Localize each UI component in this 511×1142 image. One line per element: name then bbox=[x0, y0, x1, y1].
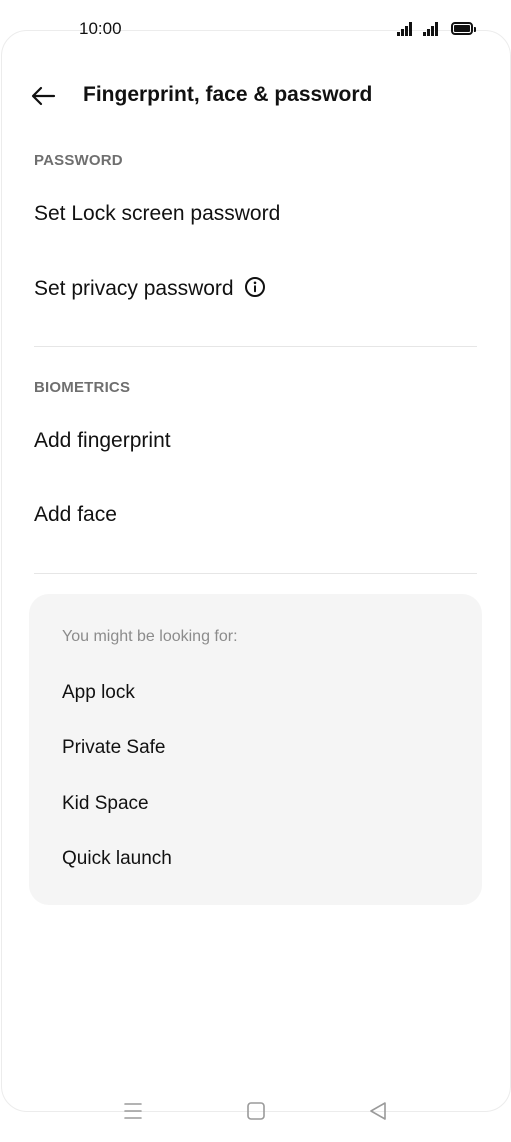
signal-icon bbox=[397, 22, 417, 36]
nav-home-button[interactable] bbox=[243, 1098, 269, 1124]
divider bbox=[34, 573, 477, 574]
add-fingerprint-item[interactable]: Add fingerprint bbox=[0, 414, 511, 474]
add-face-item[interactable]: Add face bbox=[0, 488, 511, 548]
status-time: 10:00 bbox=[79, 19, 122, 38]
section-header-password: PASSWORD bbox=[34, 152, 123, 169]
row-label: Add face bbox=[34, 503, 117, 526]
suggestion-kid-space[interactable]: Kid Space bbox=[62, 793, 149, 815]
suggestion-app-lock[interactable]: App lock bbox=[62, 682, 135, 704]
arrow-left-icon bbox=[31, 86, 56, 106]
section-header-biometrics: BIOMETRICS bbox=[34, 379, 131, 396]
square-icon bbox=[247, 1102, 265, 1120]
set-lock-screen-password-item[interactable]: Set Lock screen password bbox=[0, 187, 511, 247]
set-privacy-password-item[interactable]: Set privacy password bbox=[0, 261, 511, 321]
triangle-back-icon bbox=[370, 1102, 386, 1120]
battery-icon bbox=[451, 22, 476, 35]
app-header: Fingerprint, face & password bbox=[0, 70, 511, 122]
back-button[interactable] bbox=[28, 80, 60, 112]
suggestion-private-safe[interactable]: Private Safe bbox=[62, 737, 166, 759]
row-label: Set Lock screen password bbox=[34, 202, 281, 225]
status-bar: 10:00 bbox=[0, 0, 511, 56]
suggestions-title: You might be looking for: bbox=[62, 628, 238, 645]
row-label-container: Set privacy password bbox=[34, 276, 266, 301]
nav-recents-button[interactable] bbox=[120, 1098, 146, 1124]
signal-icon bbox=[423, 22, 443, 36]
suggestions-card: You might be looking for: App lock Priva… bbox=[29, 594, 482, 905]
menu-icon bbox=[124, 1103, 142, 1119]
nav-back-button[interactable] bbox=[365, 1098, 391, 1124]
page-title: Fingerprint, face & password bbox=[83, 83, 373, 106]
divider bbox=[34, 346, 477, 347]
screen: 10:00 Fingerprint, face & password PASSW… bbox=[0, 0, 511, 1142]
suggestion-quick-launch[interactable]: Quick launch bbox=[62, 848, 172, 870]
row-label: Set privacy password bbox=[34, 277, 234, 300]
row-label: Add fingerprint bbox=[34, 429, 171, 452]
info-circle-icon[interactable] bbox=[244, 276, 266, 298]
